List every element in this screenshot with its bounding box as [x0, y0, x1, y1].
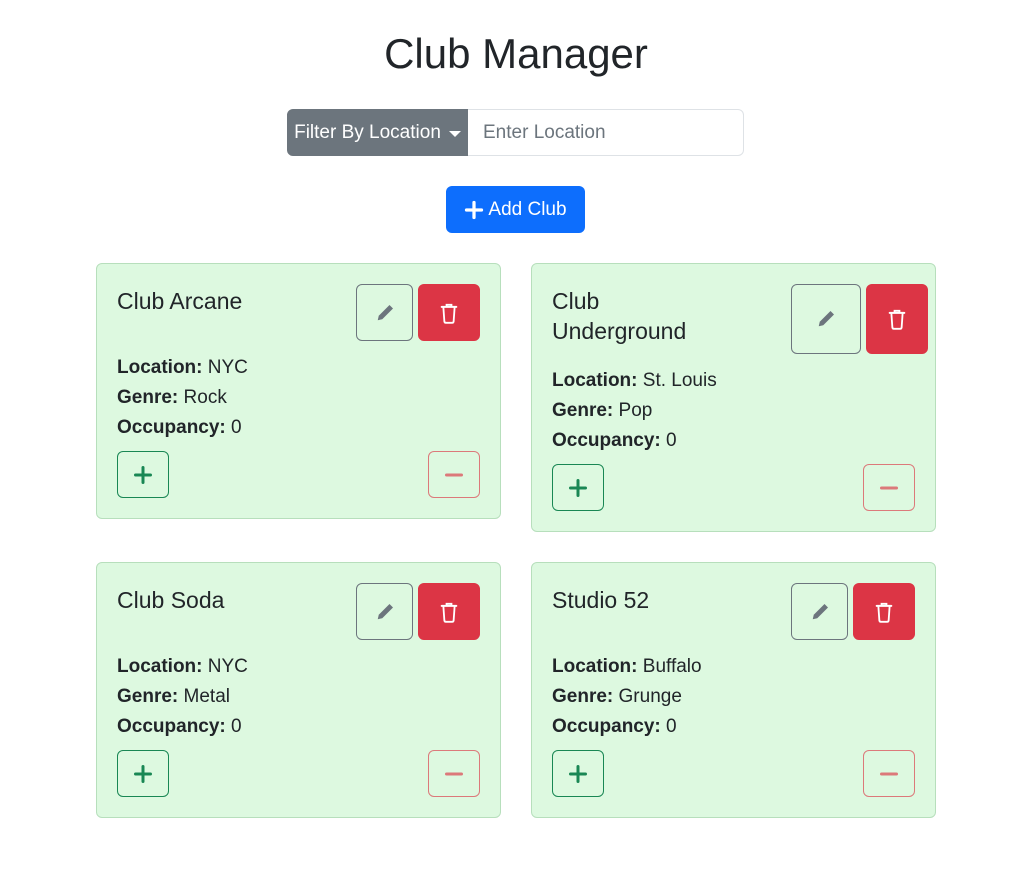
- filter-button-label: Filter By Location: [294, 121, 441, 143]
- delete-button[interactable]: [866, 284, 928, 354]
- occupancy-row: Occupancy: 0: [552, 426, 717, 456]
- trash-icon: [440, 303, 458, 324]
- occupancy-label: Occupancy:: [552, 716, 661, 737]
- genre-value: Grunge: [618, 686, 682, 707]
- genre-row: Genre: Pop: [552, 396, 717, 426]
- minus-icon: [880, 486, 898, 489]
- club-name: Club Underground: [552, 288, 687, 344]
- club-card: Club Arcane Location: NYC Genre: Rock Oc…: [96, 263, 501, 519]
- trash-icon: [440, 602, 458, 623]
- genre-value: Rock: [183, 387, 227, 408]
- decrement-occupancy-button[interactable]: [863, 464, 915, 511]
- genre-label: Genre:: [117, 387, 179, 408]
- location-label: Location:: [552, 370, 638, 391]
- occupancy-row: Occupancy: 0: [117, 413, 248, 443]
- minus-icon: [445, 772, 463, 775]
- increment-occupancy-button[interactable]: [552, 750, 604, 797]
- club-card: Club Soda Location: NYC Genre: Metal Occ…: [96, 562, 501, 818]
- plus-icon: [569, 764, 587, 783]
- add-club-label: Add Club: [488, 198, 567, 220]
- delete-button[interactable]: [853, 583, 915, 640]
- edit-button[interactable]: [791, 583, 848, 640]
- club-name: Club Arcane: [117, 288, 243, 314]
- genre-label: Genre:: [552, 686, 614, 707]
- plus-icon: [134, 465, 152, 484]
- minus-icon: [880, 772, 898, 775]
- occupancy-value: 0: [666, 716, 677, 737]
- delete-button[interactable]: [418, 583, 480, 640]
- club-card: Studio 52 Location: Buffalo Genre: Grung…: [531, 562, 936, 818]
- delete-button[interactable]: [418, 284, 480, 341]
- decrement-occupancy-button[interactable]: [863, 750, 915, 797]
- location-row: Location: Buffalo: [552, 652, 702, 682]
- club-name: Club Soda: [117, 587, 225, 613]
- location-row: Location: NYC: [117, 353, 248, 383]
- occupancy-row: Occupancy: 0: [552, 712, 702, 742]
- occupancy-value: 0: [231, 417, 242, 438]
- location-label: Location:: [117, 656, 203, 677]
- decrement-occupancy-button[interactable]: [428, 750, 480, 797]
- genre-row: Genre: Grunge: [552, 682, 702, 712]
- plus-icon: [569, 478, 587, 497]
- occupancy-value: 0: [231, 716, 242, 737]
- pencil-icon: [377, 603, 393, 619]
- pencil-icon: [812, 603, 828, 619]
- club-info: Location: NYC Genre: Metal Occupancy: 0: [117, 652, 248, 742]
- trash-icon: [875, 602, 893, 623]
- plus-icon: [465, 200, 484, 219]
- location-value: St. Louis: [642, 370, 717, 391]
- club-card: Club Underground Location: St. Louis Gen…: [531, 263, 936, 532]
- location-row: Location: St. Louis: [552, 366, 717, 396]
- increment-occupancy-button[interactable]: [552, 464, 604, 511]
- edit-button[interactable]: [791, 284, 861, 354]
- genre-row: Genre: Rock: [117, 383, 248, 413]
- edit-button[interactable]: [356, 583, 413, 640]
- location-label: Location:: [552, 656, 638, 677]
- location-input[interactable]: [468, 109, 744, 156]
- increment-occupancy-button[interactable]: [117, 750, 169, 797]
- location-value: Buffalo: [642, 656, 702, 677]
- caret-down-icon: [448, 130, 461, 137]
- occupancy-label: Occupancy:: [117, 417, 226, 438]
- club-info: Location: Buffalo Genre: Grunge Occupanc…: [552, 652, 702, 742]
- location-value: NYC: [207, 357, 248, 378]
- occupancy-label: Occupancy:: [117, 716, 226, 737]
- minus-icon: [445, 473, 463, 476]
- location-label: Location:: [117, 357, 203, 378]
- genre-value: Pop: [618, 400, 653, 421]
- trash-icon: [888, 309, 906, 330]
- location-row: Location: NYC: [117, 652, 248, 682]
- genre-row: Genre: Metal: [117, 682, 248, 712]
- pencil-icon: [818, 311, 834, 327]
- genre-label: Genre:: [117, 686, 179, 707]
- occupancy-row: Occupancy: 0: [117, 712, 248, 742]
- pencil-icon: [377, 304, 393, 320]
- genre-value: Metal: [183, 686, 230, 707]
- club-info: Location: NYC Genre: Rock Occupancy: 0: [117, 353, 248, 443]
- add-club-button[interactable]: Add Club: [446, 186, 585, 233]
- page-title: Club Manager: [384, 30, 648, 77]
- plus-icon: [134, 764, 152, 783]
- decrement-occupancy-button[interactable]: [428, 451, 480, 498]
- occupancy-label: Occupancy:: [552, 430, 661, 451]
- club-info: Location: St. Louis Genre: Pop Occupancy…: [552, 366, 717, 456]
- filter-group: Filter By Location: [287, 109, 744, 156]
- occupancy-value: 0: [666, 430, 677, 451]
- club-name: Studio 52: [552, 587, 650, 613]
- increment-occupancy-button[interactable]: [117, 451, 169, 498]
- genre-label: Genre:: [552, 400, 614, 421]
- edit-button[interactable]: [356, 284, 413, 341]
- location-value: NYC: [207, 656, 248, 677]
- filter-by-location-dropdown[interactable]: Filter By Location: [287, 109, 468, 156]
